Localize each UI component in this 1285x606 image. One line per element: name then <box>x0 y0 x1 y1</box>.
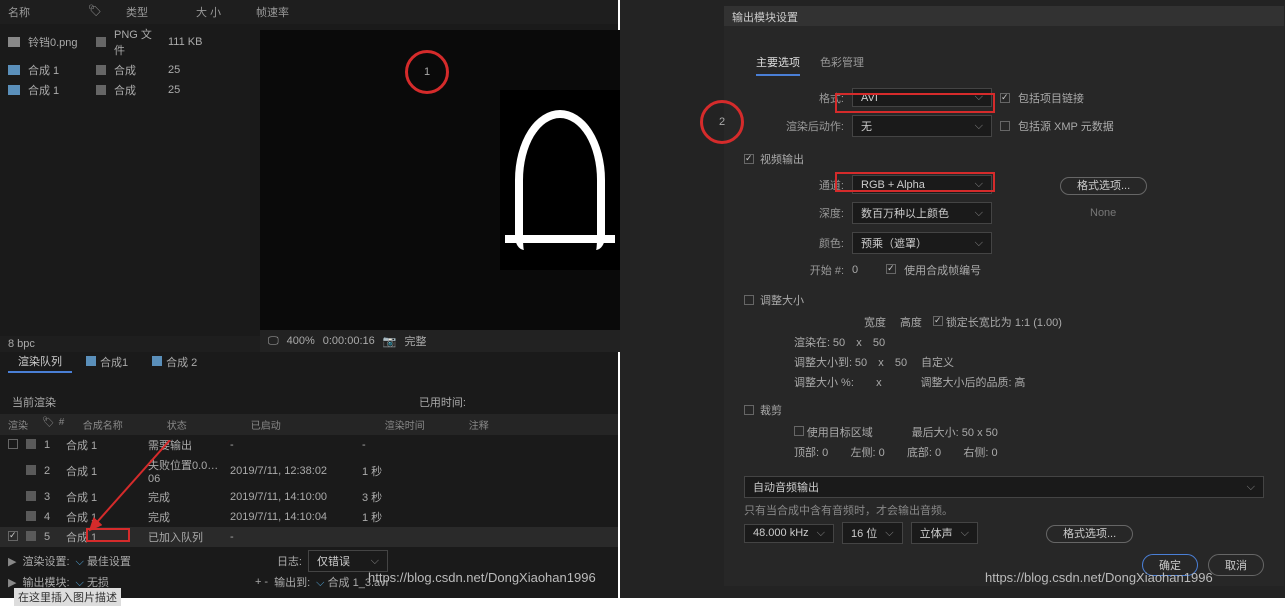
screen-icon[interactable]: 🖵 <box>268 335 279 348</box>
render-queue-panel: 当前渲染 已用时间: 渲染 🏷 # 合成名称 状态 已启动 渲染时间 注释 1合… <box>0 390 618 593</box>
audio-format-options-button[interactable]: 格式选项... <box>1046 525 1133 543</box>
elapsed-label: 已用时间: <box>419 394 466 410</box>
col-name[interactable]: 名称 <box>8 4 68 20</box>
disclosure-triangle[interactable]: ▶ <box>8 555 16 568</box>
camera-icon[interactable]: 📷 <box>383 335 397 348</box>
audio-bit-dropdown[interactable]: 16 位 <box>842 522 903 544</box>
project-footer: 8 bpc <box>0 336 260 352</box>
timecode[interactable]: 0:00:00:16 <box>323 335 375 347</box>
annotation-marker-1: 1 <box>405 50 449 94</box>
current-render-label: 当前渲染 <box>12 394 419 410</box>
queue-columns: 渲染 🏷 # 合成名称 状态 已启动 渲染时间 注释 <box>0 414 618 435</box>
add-remove-output[interactable]: + - <box>255 576 268 588</box>
resolution-dropdown[interactable]: 完整 <box>404 333 426 349</box>
audio-mode-dropdown[interactable]: 自动音频输出 <box>744 476 1264 498</box>
video-output-checkbox[interactable] <box>744 154 754 164</box>
highlight-box-output-module <box>86 528 130 542</box>
audio-khz-dropdown[interactable]: 48.000 kHz <box>744 524 834 543</box>
render-settings-link[interactable]: ⌵ 最佳设置 <box>76 553 131 569</box>
tab-comp1[interactable]: 合成1 <box>76 352 138 372</box>
include-link-checkbox[interactable] <box>1000 93 1010 103</box>
audio-stereo-dropdown[interactable]: 立体声 <box>911 522 978 544</box>
format-options-button[interactable]: 格式选项... <box>1060 177 1147 195</box>
project-panel-header: 名称 🏷 类型 大 小 帧速率 <box>0 0 618 24</box>
panel-tabs: 渲染队列 合成1 合成 2 <box>0 352 618 372</box>
include-xmp-checkbox[interactable] <box>1000 121 1010 131</box>
highlight-box-channel <box>835 172 995 192</box>
tab-main-options[interactable]: 主要选项 <box>756 54 800 76</box>
dialog-tabs: 主要选项 色彩管理 <box>744 46 1264 84</box>
placeholder-text: 在这里插入图片描述 <box>14 588 121 606</box>
tab-color-management[interactable]: 色彩管理 <box>820 54 864 76</box>
dialog-titlebar: 输出模块设置 <box>724 6 1284 26</box>
color-dropdown[interactable]: 预乘（遮罩） <box>852 232 992 254</box>
preview-controls: 🖵 400% 0:00:00:16 📷 完整 <box>260 330 620 352</box>
after-effects-main: 名称 🏷 类型 大 小 帧速率 铃铛0.png PNG 文件 111 KB 合成… <box>0 0 618 598</box>
cancel-button[interactable]: 取消 <box>1208 554 1264 576</box>
depth-dropdown[interactable]: 数百万种以上颜色 <box>852 202 992 224</box>
comp-icon <box>8 65 20 75</box>
dialog-body: 主要选项 色彩管理 格式: AVI 包括项目链接 渲染后动作: 无 包括源 XM… <box>724 26 1284 586</box>
watermark: https://blog.csdn.net/DongXiaohan1996 <box>368 570 596 585</box>
crop-checkbox[interactable] <box>744 405 754 415</box>
tab-render-queue[interactable]: 渲染队列 <box>8 351 72 373</box>
use-comp-frame-checkbox[interactable] <box>886 264 896 274</box>
col-type[interactable]: 类型 <box>126 4 176 20</box>
queue-item[interactable]: 2合成 1失败位置0.0…062019/7/11, 12:38:021 秒 <box>0 455 618 487</box>
label-icon <box>96 85 106 95</box>
label-icon <box>96 65 106 75</box>
annotation-marker-2: 2 <box>700 100 744 144</box>
queue-item[interactable]: 4合成 1完成2019/7/11, 14:10:041 秒 <box>0 507 618 527</box>
resize-checkbox[interactable] <box>744 295 754 305</box>
bpc-toggle[interactable]: 8 bpc <box>8 338 35 350</box>
output-module-dialog-screenshot: 输出模块设置 主要选项 色彩管理 格式: AVI 包括项目链接 渲染后动作: 无… <box>620 0 1285 598</box>
col-fps[interactable]: 帧速率 <box>256 4 289 20</box>
render-checkbox[interactable] <box>8 439 18 449</box>
postaction-dropdown[interactable]: 无 <box>852 115 992 137</box>
render-checkbox[interactable] <box>8 531 18 541</box>
disclosure-triangle[interactable]: ▶ <box>8 576 16 589</box>
comp-icon <box>8 85 20 95</box>
watermark: https://blog.csdn.net/DongXiaohan1996 <box>985 570 1213 585</box>
col-size[interactable]: 大 小 <box>196 4 236 20</box>
label-icon <box>96 37 106 47</box>
postaction-label: 渲染后动作: <box>784 118 844 134</box>
png-icon <box>8 37 20 47</box>
log-dropdown[interactable]: 仅错误 <box>308 550 388 572</box>
queue-item[interactable]: 3合成 1完成2019/7/11, 14:10:003 秒 <box>0 487 618 507</box>
zoom-dropdown[interactable]: 400% <box>287 335 315 347</box>
preview-image <box>500 90 620 270</box>
queue-item[interactable]: 1合成 1需要输出-- <box>0 435 618 455</box>
highlight-box-format <box>835 93 995 113</box>
tab-comp2[interactable]: 合成 2 <box>142 352 207 372</box>
